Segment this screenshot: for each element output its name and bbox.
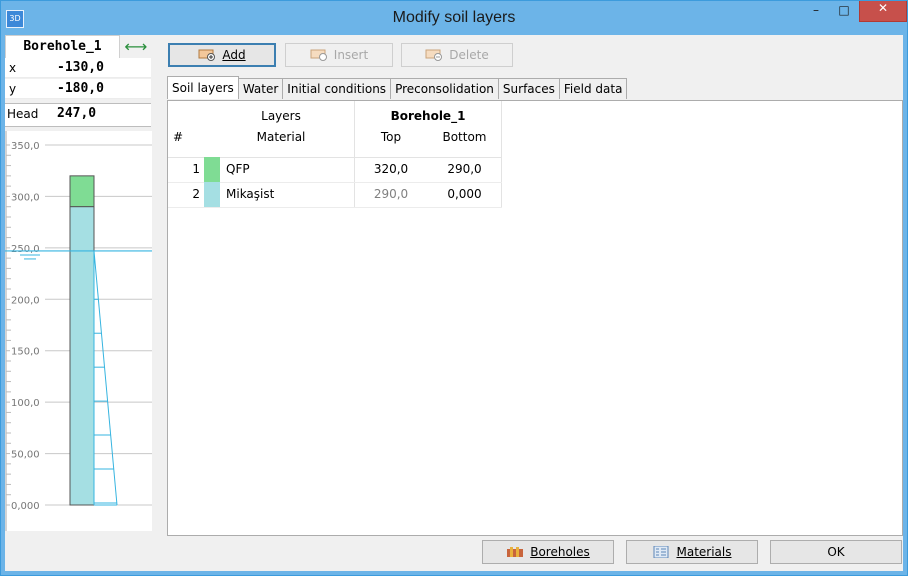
table-row[interactable]: 2 Mikaşist 290,0 0,000 bbox=[168, 182, 502, 208]
materials-button[interactable]: Materials bbox=[626, 540, 758, 564]
tick-label: 150,0 bbox=[11, 347, 40, 358]
table-row[interactable]: 1 QFP 320,0 290,0 bbox=[168, 157, 502, 183]
row-number: 1 bbox=[192, 162, 200, 176]
head-row: Head 247,0 bbox=[5, 103, 151, 127]
x-coordinate-row: x -130,0 bbox=[5, 58, 151, 78]
header-top: Top bbox=[380, 130, 402, 144]
head-label: Head bbox=[7, 107, 39, 121]
ok-button[interactable]: OK bbox=[770, 540, 902, 564]
tick-label: 50,00 bbox=[11, 450, 40, 461]
add-layer-icon bbox=[198, 49, 216, 61]
tick-label: 350,0 bbox=[11, 141, 40, 152]
minimize-button[interactable]: – bbox=[802, 3, 830, 27]
header-bottom: Bottom bbox=[442, 130, 487, 144]
window-title: Modify soil layers bbox=[392, 9, 516, 26]
dialog-body: Borehole_1 ⟷ x -130,0 y -180,0 Head 247,… bbox=[5, 35, 903, 571]
insert-label: Insert bbox=[333, 48, 369, 62]
tick-label: 0,000 bbox=[11, 501, 40, 512]
materials-label: Materials bbox=[676, 545, 732, 559]
header-material: Material bbox=[256, 130, 306, 144]
borehole-name[interactable]: Borehole_1 bbox=[5, 35, 120, 59]
y-label: y bbox=[9, 82, 17, 96]
pressure-line bbox=[93, 250, 118, 506]
header-borehole: Borehole_1 bbox=[390, 109, 466, 123]
soil-layer-column bbox=[69, 175, 95, 208]
maximize-button[interactable]: □ bbox=[830, 3, 858, 27]
tick-label: 200,0 bbox=[11, 295, 40, 306]
swap-borehole-icon[interactable]: ⟷ bbox=[122, 37, 150, 57]
tick-label: 250,0 bbox=[11, 244, 40, 255]
borehole-profile: 350,0 300,0 250,0 200,0 150,0 100,0 50,00 0,000 bbox=[5, 131, 152, 531]
close-button[interactable]: ✕ bbox=[859, 1, 907, 22]
title-bar: 3D Modify soil layers – □ ✕ bbox=[1, 1, 907, 35]
add-button[interactable]: Add bbox=[168, 43, 276, 67]
tab-soil-layers[interactable]: Soil layers bbox=[167, 76, 239, 99]
layer-bottom[interactable]: 290,0 bbox=[428, 157, 501, 182]
delete-button[interactable]: Delete bbox=[401, 43, 513, 67]
boreholes-button[interactable]: Boreholes bbox=[482, 540, 614, 564]
y-coordinate-row: y -180,0 bbox=[5, 79, 151, 99]
insert-layer-icon bbox=[310, 49, 327, 61]
tab-initial-conditions[interactable]: Initial conditions bbox=[282, 78, 392, 99]
boreholes-label: Boreholes bbox=[530, 545, 590, 559]
x-label: x bbox=[9, 61, 17, 75]
borehole-panel: Borehole_1 ⟷ x -130,0 y -180,0 Head 247,… bbox=[5, 35, 152, 571]
soil-layers-grid: Layers Borehole_1 # Material Top Bottom … bbox=[167, 100, 903, 536]
tab-surfaces[interactable]: Surfaces bbox=[497, 78, 560, 99]
tab-preconsolidation[interactable]: Preconsolidation bbox=[390, 78, 499, 99]
row-number: 2 bbox=[192, 187, 200, 201]
layer-bottom[interactable]: 0,000 bbox=[428, 182, 501, 207]
material-color-swatch bbox=[204, 157, 220, 182]
tab-field-data[interactable]: Field data bbox=[558, 78, 628, 99]
materials-icon bbox=[653, 546, 669, 558]
material-color-swatch bbox=[204, 182, 220, 207]
material-name[interactable]: QFP bbox=[226, 157, 346, 182]
boreholes-icon bbox=[507, 547, 524, 557]
tick-label: 100,0 bbox=[11, 398, 40, 409]
layer-top[interactable]: 320,0 bbox=[355, 157, 427, 182]
y-value[interactable]: -180,0 bbox=[57, 81, 104, 96]
tab-water[interactable]: Water bbox=[237, 78, 284, 99]
delete-label: Delete bbox=[449, 48, 489, 62]
insert-button[interactable]: Insert bbox=[285, 43, 393, 67]
layer-top: 290,0 bbox=[373, 187, 409, 201]
material-name[interactable]: Mikaşist bbox=[226, 182, 346, 207]
tab-strip: Soil layers Water Initial conditions Pre… bbox=[167, 76, 628, 100]
add-label: Add bbox=[222, 48, 246, 62]
x-value[interactable]: -130,0 bbox=[57, 60, 104, 75]
modify-soil-layers-window: 3D Modify soil layers – □ ✕ Borehole_1 ⟷… bbox=[0, 0, 908, 576]
header-layers: Layers bbox=[261, 109, 301, 123]
head-value[interactable]: 247,0 bbox=[57, 106, 96, 121]
header-number: # bbox=[172, 130, 184, 144]
delete-layer-icon bbox=[425, 49, 443, 61]
tick-label: 300,0 bbox=[11, 192, 40, 203]
